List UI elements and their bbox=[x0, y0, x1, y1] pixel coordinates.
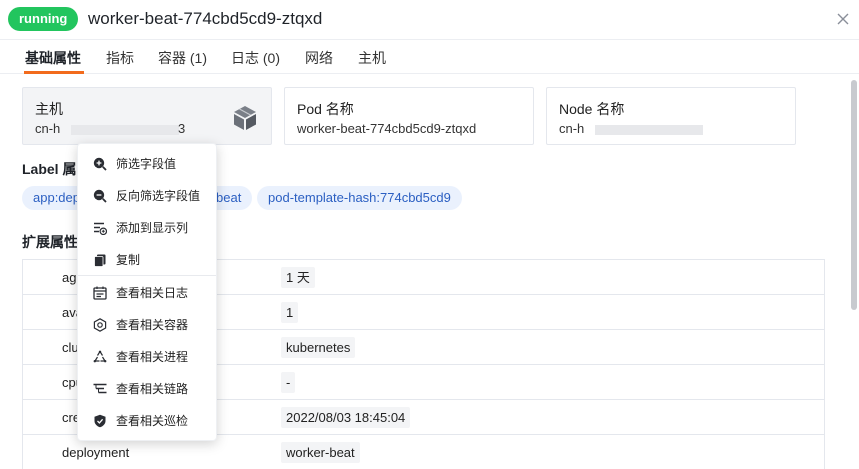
tab-network[interactable]: 网络 bbox=[305, 49, 333, 67]
menu-item-reverse-filter[interactable]: 反向筛选字段值 bbox=[78, 180, 216, 212]
status-badge: running bbox=[8, 7, 79, 31]
hexagon-container-icon bbox=[93, 318, 107, 332]
node-card[interactable]: Node 名称 cn-h bbox=[546, 87, 796, 145]
menu-item-label: 复制 bbox=[116, 253, 141, 267]
row-value[interactable]: 2022/08/03 18:45:04 bbox=[281, 407, 411, 428]
row-value[interactable]: 1 天 bbox=[281, 267, 315, 288]
menu-item-label: 查看相关链路 bbox=[116, 382, 189, 396]
tab-basic-attributes[interactable]: 基础属性 bbox=[25, 49, 81, 67]
calendar-log-icon bbox=[93, 286, 107, 300]
menu-item-label: 反向筛选字段值 bbox=[116, 189, 201, 203]
host-card-value-suffix: 3 bbox=[178, 121, 186, 136]
zoom-in-icon bbox=[93, 157, 107, 171]
process-icon bbox=[93, 350, 107, 364]
page-title: worker-beat-774cbd5cd9-ztqxd bbox=[88, 9, 323, 28]
cube-icon[interactable] bbox=[232, 104, 258, 132]
row-value[interactable]: kubernetes bbox=[281, 337, 356, 358]
redacted-value bbox=[595, 125, 703, 135]
host-card-value: cn-h bbox=[35, 121, 61, 136]
active-tab-indicator bbox=[24, 71, 84, 74]
menu-item-label: 查看相关巡检 bbox=[116, 414, 189, 428]
trace-icon bbox=[93, 382, 107, 396]
redacted-value bbox=[71, 125, 179, 135]
add-column-icon bbox=[93, 221, 108, 236]
menu-item-filter[interactable]: 筛选字段值 bbox=[78, 148, 216, 180]
host-card[interactable]: 主机 cn-h 3 bbox=[22, 87, 272, 145]
labels-section-title: Label 属 bbox=[22, 161, 77, 177]
zoom-out-icon bbox=[93, 189, 107, 203]
menu-item-view-processes[interactable]: 查看相关进程 bbox=[78, 341, 216, 373]
tab-containers[interactable]: 容器 (1) bbox=[158, 49, 207, 67]
close-icon[interactable] bbox=[834, 10, 852, 28]
menu-item-label: 查看相关进程 bbox=[116, 350, 189, 364]
menu-divider bbox=[78, 275, 216, 276]
row-value[interactable]: 1 bbox=[281, 302, 299, 323]
tab-bar: 基础属性 指标 容器 (1) 日志 (0) 网络 主机 bbox=[0, 40, 859, 74]
menu-item-label: 查看相关容器 bbox=[116, 318, 189, 332]
row-key: ag bbox=[62, 270, 77, 285]
node-card-label: Node 名称 bbox=[559, 101, 625, 117]
menu-item-view-traces[interactable]: 查看相关链路 bbox=[78, 373, 216, 405]
tab-host[interactable]: 主机 bbox=[358, 49, 386, 67]
menu-item-add-column[interactable]: 添加到显示列 bbox=[78, 212, 216, 244]
tab-logs[interactable]: 日志 (0) bbox=[231, 49, 280, 67]
tab-metrics[interactable]: 指标 bbox=[106, 49, 134, 67]
menu-item-copy[interactable]: 复制 bbox=[78, 244, 216, 276]
node-card-value: cn-h bbox=[559, 121, 585, 136]
menu-item-view-logs[interactable]: 查看相关日志 bbox=[78, 277, 216, 309]
label-chip-pod-template-hash[interactable]: pod-template-hash:774cbd5cd9 bbox=[257, 186, 462, 210]
menu-item-label: 筛选字段值 bbox=[116, 157, 177, 171]
row-key: deployment bbox=[62, 445, 130, 460]
drawer-header: running worker-beat-774cbd5cd9-ztqxd bbox=[0, 0, 859, 40]
menu-item-view-containers[interactable]: 查看相关容器 bbox=[78, 309, 216, 341]
host-card-label: 主机 bbox=[35, 101, 63, 117]
shield-check-icon bbox=[93, 414, 107, 428]
context-menu: 筛选字段值 反向筛选字段值 添加到显示列 复制 查看相关日志 查看相关容器 查看… bbox=[77, 143, 217, 441]
ext-section-title: 扩展属性 bbox=[22, 234, 78, 250]
menu-item-label: 查看相关日志 bbox=[116, 286, 189, 300]
scrollbar[interactable] bbox=[851, 80, 857, 310]
row-value[interactable]: worker-beat bbox=[281, 442, 360, 463]
pod-card-value: worker-beat-774cbd5cd9-ztqxd bbox=[297, 121, 477, 136]
label-chip-app-tail: beat bbox=[212, 186, 253, 210]
row-value[interactable]: - bbox=[281, 372, 296, 393]
pod-card-label: Pod 名称 bbox=[297, 101, 354, 117]
menu-item-view-inspections[interactable]: 查看相关巡检 bbox=[78, 405, 216, 437]
label-chip-app-text: app:dep bbox=[33, 190, 80, 205]
pod-card[interactable]: Pod 名称 worker-beat-774cbd5cd9-ztqxd bbox=[284, 87, 534, 145]
menu-item-label: 添加到显示列 bbox=[116, 221, 189, 235]
copy-icon bbox=[93, 253, 107, 267]
